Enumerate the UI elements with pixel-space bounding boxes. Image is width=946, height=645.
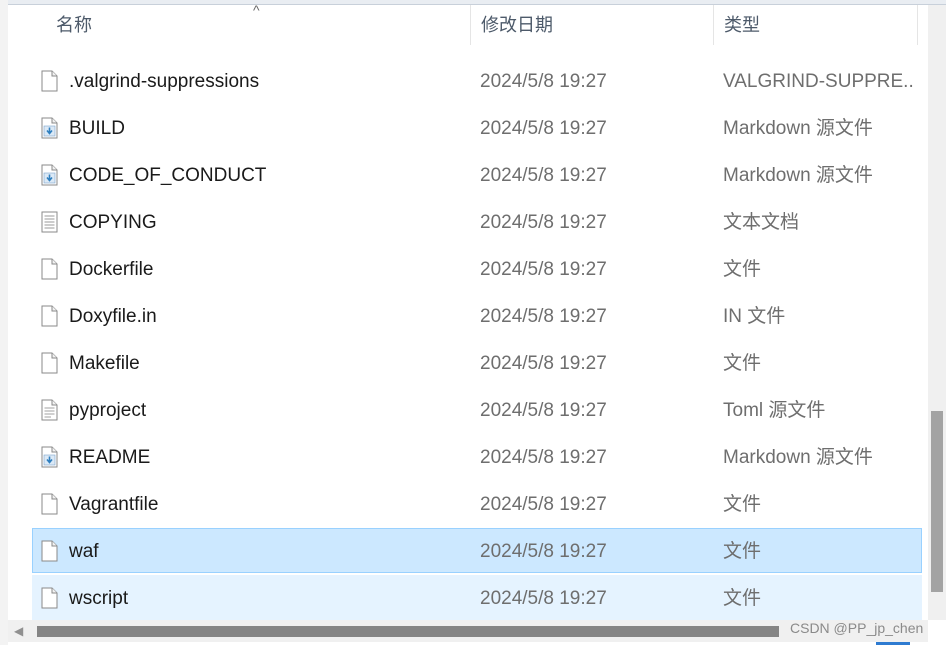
column-header-bar: 名称 修改日期 类型 ^ bbox=[8, 2, 918, 45]
file-date-modified: 2024/5/8 19:27 bbox=[480, 71, 607, 92]
file-icon bbox=[41, 493, 58, 515]
file-type: 文件 bbox=[723, 259, 762, 280]
file-row[interactable]: .valgrind-suppressions 2024/5/8 19:27 VALG… bbox=[32, 58, 922, 103]
file-type: 文件 bbox=[723, 541, 762, 562]
file-name: waf bbox=[69, 541, 99, 562]
file-icon bbox=[41, 352, 58, 374]
file-icon bbox=[41, 587, 58, 609]
column-header-type[interactable]: 类型 bbox=[713, 5, 918, 45]
file-name: .valgrind-suppressions bbox=[69, 71, 260, 92]
file-date-modified: 2024/5/8 19:27 bbox=[480, 400, 607, 421]
file-date-modified: 2024/5/8 19:27 bbox=[480, 353, 607, 374]
file-name: pyproject bbox=[69, 400, 147, 421]
file-date-modified: 2024/5/8 19:27 bbox=[480, 447, 607, 468]
file-icon bbox=[41, 70, 58, 92]
lined-file-icon bbox=[41, 399, 58, 421]
file-type: Markdown 源文件 bbox=[723, 118, 873, 139]
file-name: COPYING bbox=[69, 212, 157, 233]
file-type: 文本文档 bbox=[723, 212, 800, 233]
file-type: Toml 源文件 bbox=[723, 400, 826, 421]
horizontal-scrollbar-thumb[interactable] bbox=[37, 626, 779, 637]
file-name: BUILD bbox=[69, 118, 125, 139]
file-type: Markdown 源文件 bbox=[723, 447, 873, 468]
file-name: README bbox=[69, 447, 151, 468]
file-date-modified: 2024/5/8 19:27 bbox=[480, 306, 607, 327]
sort-ascending-icon: ^ bbox=[253, 2, 260, 18]
file-name: Doxyfile.in bbox=[69, 306, 157, 327]
file-name: Vagrantfile bbox=[69, 494, 159, 515]
file-type: 文件 bbox=[723, 353, 762, 374]
window-left-edge bbox=[0, 0, 8, 645]
file-type: Markdown 源文件 bbox=[723, 165, 873, 186]
file-date-modified: 2024/5/8 19:27 bbox=[480, 118, 607, 139]
file-icon bbox=[41, 540, 58, 562]
vertical-scrollbar-thumb[interactable] bbox=[931, 411, 943, 592]
file-name: Makefile bbox=[69, 353, 140, 374]
file-row[interactable]: COPYING 2024/5/8 19:27 文本文档 bbox=[32, 199, 922, 244]
file-name: CODE_OF_CONDUCT bbox=[69, 165, 267, 186]
scroll-left-arrow-icon[interactable]: ◀ bbox=[14, 621, 23, 641]
file-row[interactable]: Doxyfile.in 2024/5/8 19:27 IN 文件 bbox=[32, 293, 922, 338]
file-row[interactable]: wscript 2024/5/8 19:27 文件 bbox=[32, 575, 922, 620]
file-type: IN 文件 bbox=[723, 306, 786, 327]
file-type: 文件 bbox=[723, 588, 762, 609]
file-date-modified: 2024/5/8 19:27 bbox=[480, 165, 607, 186]
file-row[interactable]: Makefile 2024/5/8 19:27 文件 bbox=[32, 340, 922, 385]
file-row[interactable]: Dockerfile 2024/5/8 19:27 文件 bbox=[32, 246, 922, 291]
file-row[interactable]: Vagrantfile 2024/5/8 19:27 文件 bbox=[32, 481, 922, 526]
file-list: .valgrind-suppressions 2024/5/8 19:27 VALG… bbox=[32, 58, 922, 622]
file-date-modified: 2024/5/8 19:27 bbox=[480, 494, 607, 515]
file-date-modified: 2024/5/8 19:27 bbox=[480, 541, 607, 562]
file-date-modified: 2024/5/8 19:27 bbox=[480, 588, 607, 609]
markdown-file-icon bbox=[41, 117, 58, 139]
file-row[interactable]: waf 2024/5/8 19:27 文件 bbox=[32, 528, 922, 573]
file-row[interactable]: CODE_OF_CONDUCT 2024/5/8 19:27 Markdown 源文… bbox=[32, 152, 922, 197]
file-icon bbox=[41, 258, 58, 280]
markdown-file-icon bbox=[41, 164, 58, 186]
file-row[interactable]: README 2024/5/8 19:27 Markdown 源文件 bbox=[32, 434, 922, 479]
watermark-text: CSDN @PP_jp_chen bbox=[790, 620, 924, 636]
file-name: Dockerfile bbox=[69, 259, 154, 280]
text-file-icon bbox=[41, 211, 58, 233]
column-header-date-modified[interactable]: 修改日期 bbox=[470, 5, 713, 45]
file-row[interactable]: BUILD 2024/5/8 19:27 Markdown 源文件 bbox=[32, 105, 922, 150]
file-name: wscript bbox=[69, 588, 129, 609]
file-date-modified: 2024/5/8 19:27 bbox=[480, 259, 607, 280]
file-icon bbox=[41, 305, 58, 327]
markdown-file-icon bbox=[41, 446, 58, 468]
file-type: 文件 bbox=[723, 494, 762, 515]
file-row[interactable]: pyproject 2024/5/8 19:27 Toml 源文件 bbox=[32, 387, 922, 432]
file-type: VALGRIND-SUPPRE... bbox=[723, 71, 913, 92]
file-date-modified: 2024/5/8 19:27 bbox=[480, 212, 607, 233]
